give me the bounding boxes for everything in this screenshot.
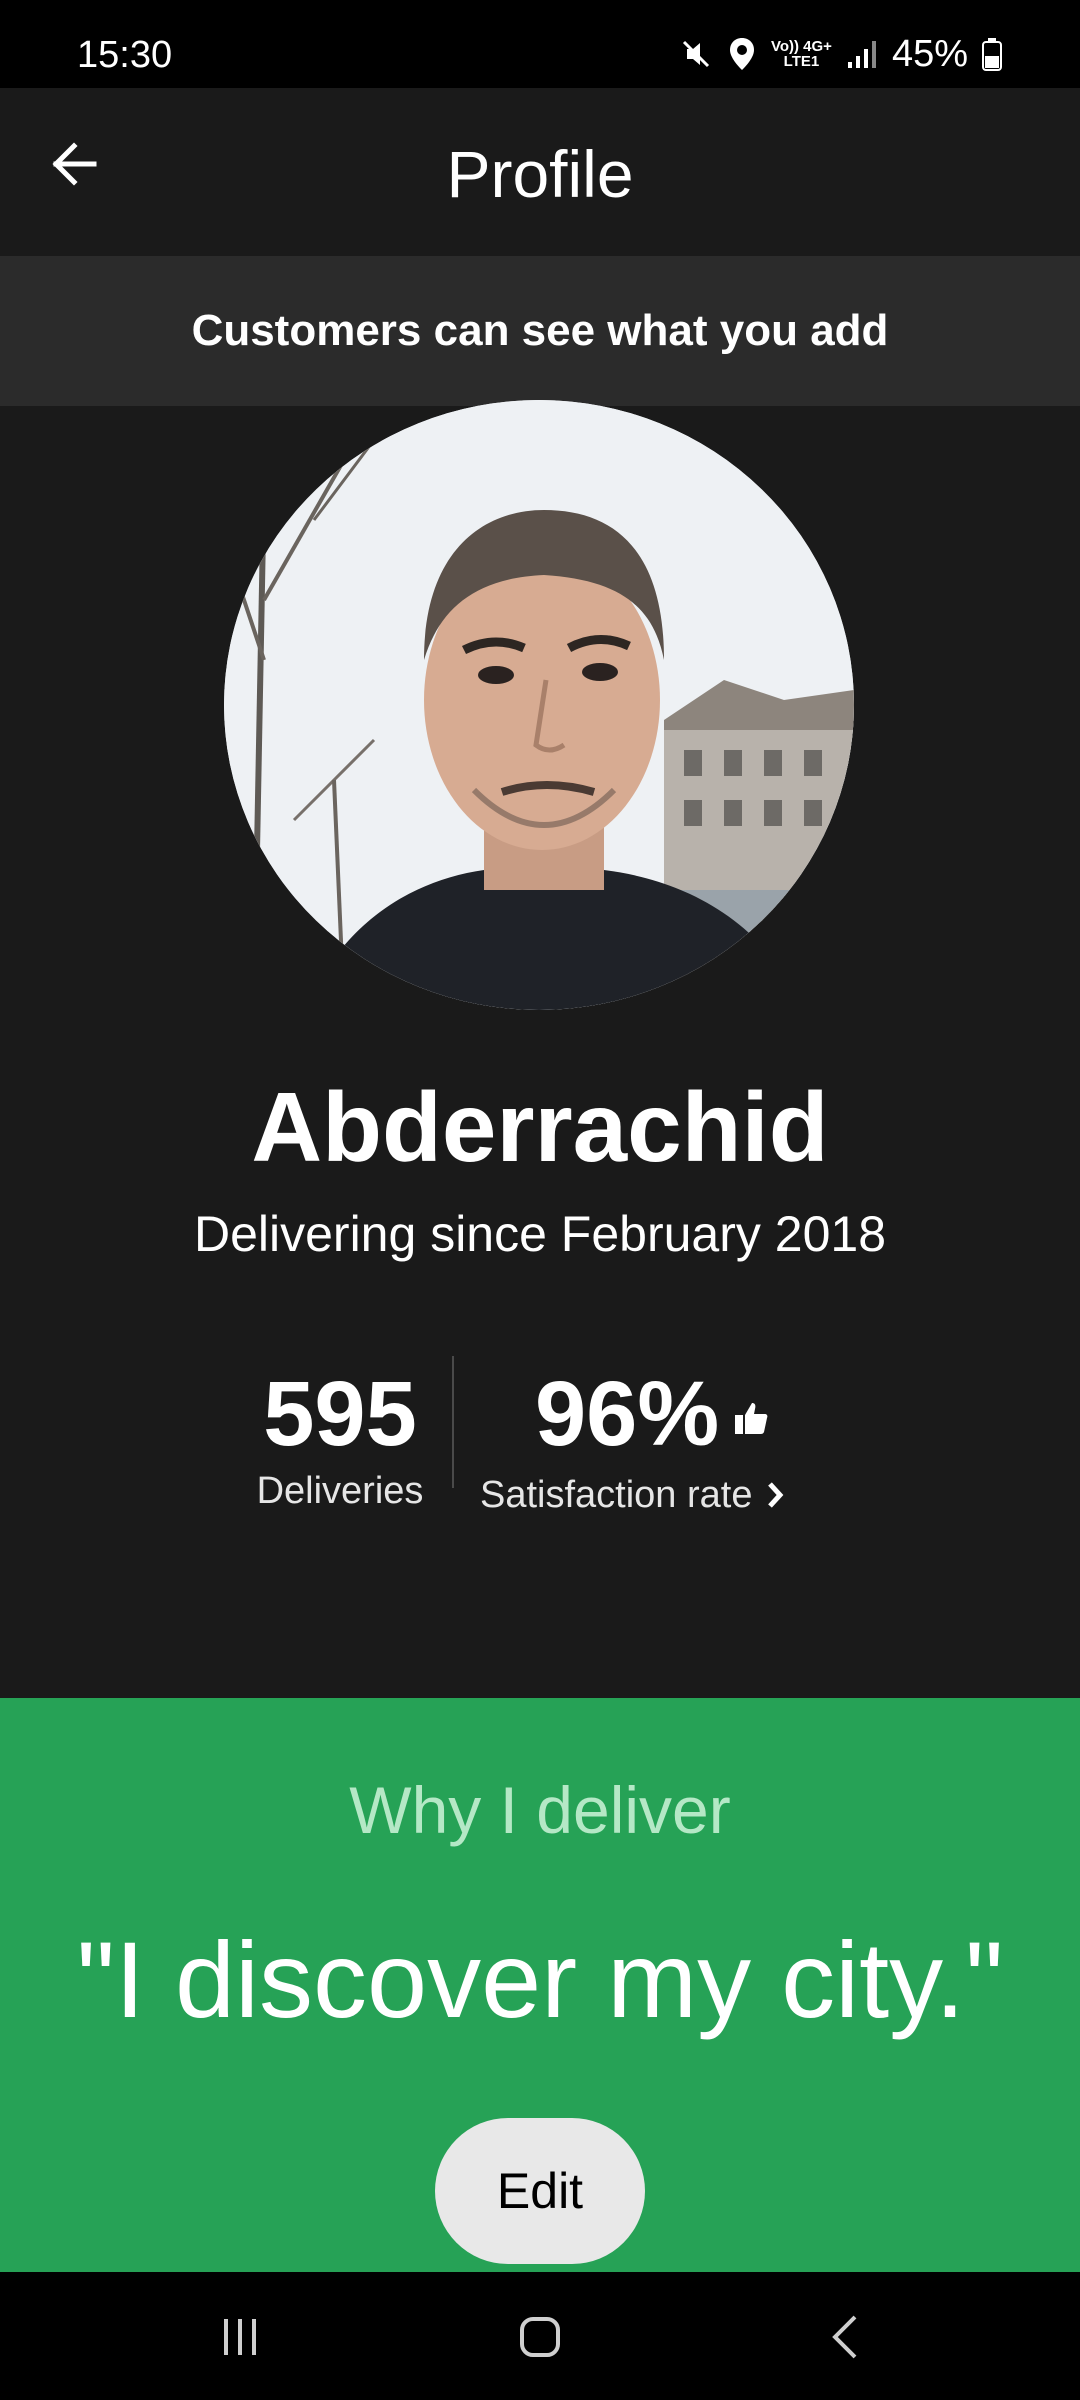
why-title: Why I deliver (349, 1773, 731, 1847)
status-bar: 15:30 Vo)) 4G+ LTE1 45% (0, 0, 1080, 88)
system-nav-bar (0, 2272, 1080, 2400)
back-icon (832, 2315, 857, 2359)
battery-percent: 45% (891, 33, 968, 75)
mute-icon (679, 37, 713, 71)
status-time: 15:30 (77, 34, 173, 76)
network-type: Vo)) 4G+ LTE1 (770, 38, 832, 70)
deliveries-stat: 595 Deliveries (240, 1362, 440, 1516)
profile-screen: 15:30 Vo)) 4G+ LTE1 45% Profile Customer… (0, 0, 1080, 2400)
why-quote: "I discover my city." (76, 1919, 1004, 2040)
why-i-deliver-section: Why I deliver "I discover my city." Edit (0, 1698, 1080, 2272)
avatar[interactable] (224, 400, 854, 1010)
home-icon (520, 2317, 560, 2357)
deliveries-label: Deliveries (256, 1470, 424, 1512)
satisfaction-label: Satisfaction rate (480, 1474, 753, 1516)
driver-name: Abderrachid (251, 1072, 829, 1182)
app-bar: Profile (0, 88, 1080, 256)
recent-apps-icon (224, 2319, 256, 2355)
edit-button[interactable]: Edit (435, 2118, 645, 2264)
thumbs-up-icon (733, 1400, 769, 1436)
battery-icon (982, 37, 1002, 71)
visibility-banner: Customers can see what you add (0, 256, 1080, 406)
home-button[interactable] (490, 2302, 590, 2372)
signal-icon (846, 38, 878, 70)
status-icons: Vo)) 4G+ LTE1 45% (679, 34, 1002, 74)
stats-divider (452, 1356, 454, 1488)
nav-back-button[interactable] (795, 2302, 895, 2372)
profile-photo (224, 400, 854, 1010)
deliveries-count: 595 (263, 1363, 417, 1465)
satisfaction-stat[interactable]: 96% Satisfaction rate (480, 1362, 840, 1520)
satisfaction-value: 96% (535, 1363, 720, 1465)
page-title: Profile (446, 137, 634, 211)
recent-apps-button[interactable] (190, 2302, 290, 2372)
location-icon (727, 36, 757, 72)
chevron-right-icon (766, 1480, 784, 1510)
delivering-since: Delivering since February 2018 (193, 1206, 887, 1262)
